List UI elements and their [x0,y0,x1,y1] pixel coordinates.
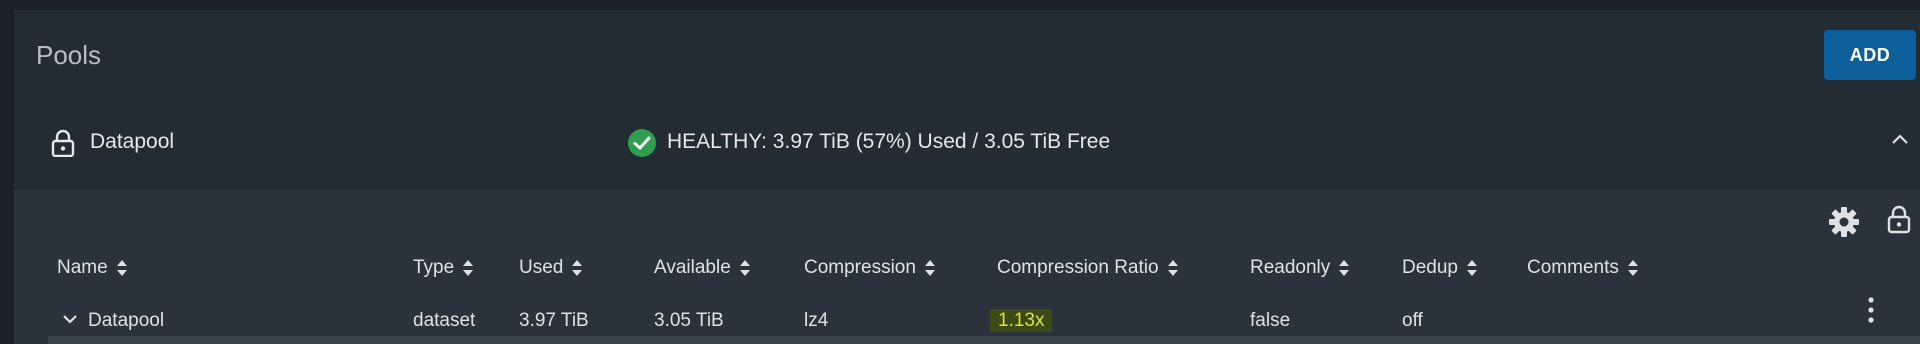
cell-dedup: off [1402,310,1423,331]
cell-compression: lz4 [804,310,829,331]
column-header-used[interactable]: Used [519,257,583,279]
chevron-down-icon[interactable] [62,312,78,330]
column-header-readonly[interactable]: Readonly [1250,257,1350,279]
sort-icon [116,260,127,276]
cell-available: 3.05 TiB [654,310,724,331]
compression-ratio-value: 1.13x [990,309,1053,332]
column-header-type[interactable]: Type [413,257,474,279]
cell-used: 3.97 TiB [519,310,589,331]
cell-name: Datapool [88,310,165,331]
chevron-up-icon[interactable] [1890,132,1910,151]
sort-icon [1167,260,1178,276]
sort-icon [1339,260,1350,276]
pool-name: Datapool [90,130,175,153]
column-header-name[interactable]: Name [57,257,128,279]
more-vertical-icon[interactable] [1866,297,1876,328]
lock-icon[interactable] [1886,204,1912,239]
gear-icon[interactable] [1828,206,1860,243]
cell-compression-ratio: 1.13x [990,309,1053,332]
column-header-dedup[interactable]: Dedup [1402,257,1478,279]
column-header-compression-ratio[interactable]: Compression Ratio [997,257,1179,279]
cell-type: dataset [413,310,476,331]
column-header-available[interactable]: Available [654,257,751,279]
column-header-comments[interactable]: Comments [1527,257,1639,279]
sort-icon [1467,260,1477,276]
column-header-compression[interactable]: Compression [804,257,936,279]
sort-icon [739,260,750,276]
sort-icon [572,260,583,276]
add-button[interactable]: ADD [1824,30,1916,80]
sort-icon [463,260,474,276]
lock-icon [50,129,76,162]
check-circle-icon [627,128,657,163]
sort-icon [1627,260,1638,276]
table-row[interactable] [48,336,1920,344]
page-title: Pools [36,40,102,70]
cell-readonly: false [1250,310,1291,331]
pool-status: HEALTHY: 3.97 TiB (57%) Used / 3.05 TiB … [667,130,1111,153]
sort-icon [924,260,935,276]
